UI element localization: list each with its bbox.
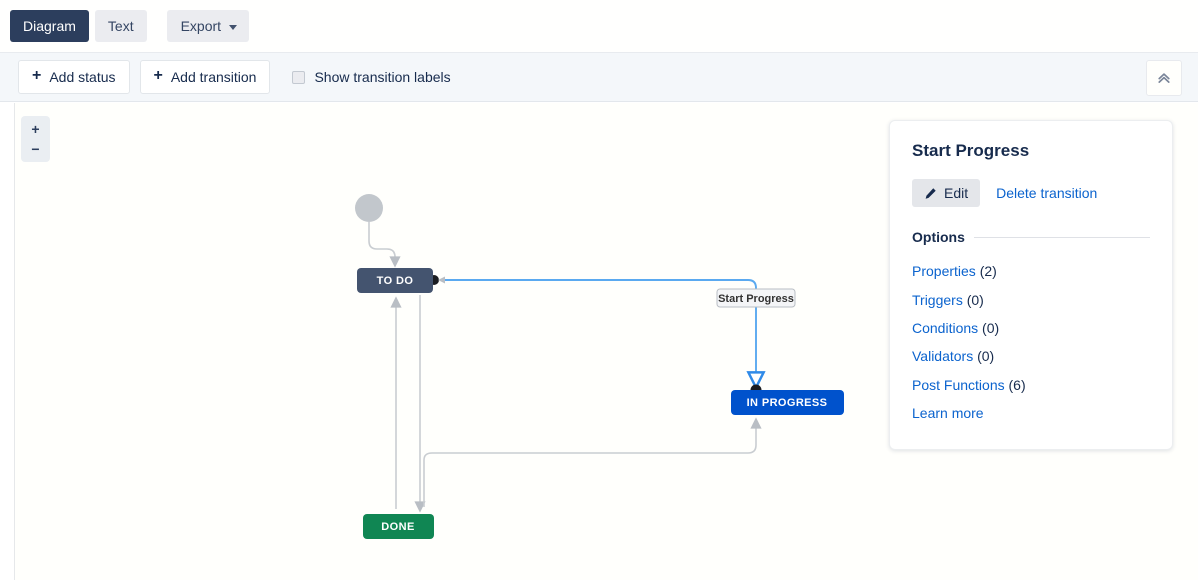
chevron-down-icon (229, 24, 238, 30)
plus-icon: + (32, 67, 42, 84)
option-properties-link[interactable]: Properties (912, 263, 976, 279)
list-item: Conditions (0) (912, 314, 1150, 342)
option-post-functions-count: (6) (1008, 376, 1026, 393)
add-transition-button[interactable]: + Add transition (139, 60, 271, 94)
options-heading-text: Options (912, 229, 965, 246)
add-status-button[interactable]: + Add status (18, 60, 130, 94)
option-triggers-link[interactable]: Triggers (912, 292, 963, 308)
options-list: Properties (2) Triggers (0) Conditions (… (912, 257, 1150, 427)
option-conditions-count: (0) (982, 319, 1000, 336)
edge-label-start-progress[interactable]: Start Progress (716, 288, 796, 308)
option-triggers-count: (0) (966, 291, 984, 308)
option-conditions-link[interactable]: Conditions (912, 320, 978, 336)
option-validators-count: (0) (977, 348, 995, 365)
list-item: Validators (0) (912, 342, 1150, 370)
edit-label: Edit (944, 185, 969, 202)
chevrons-up-icon (1158, 73, 1170, 83)
node-todo-label: TO DO (377, 275, 414, 287)
node-start[interactable] (355, 194, 383, 222)
export-button[interactable]: Export (166, 10, 250, 42)
show-transition-labels-label: Show transition labels (314, 69, 451, 85)
checkbox-icon[interactable] (292, 70, 306, 84)
option-learn-more-link[interactable]: Learn more (912, 405, 984, 421)
plus-icon: + (153, 67, 163, 84)
options-divider (973, 236, 1150, 238)
add-status-label: Add status (49, 69, 116, 85)
option-properties-count: (2) (979, 263, 997, 280)
tab-text[interactable]: Text (94, 10, 147, 42)
node-done[interactable]: DONE (363, 514, 434, 539)
node-todo[interactable]: TO DO (357, 268, 433, 293)
option-post-functions-link[interactable]: Post Functions (912, 377, 1005, 393)
edge-done-to-inprogress[interactable] (423, 417, 762, 507)
diagram-toolbar: + Add status + Add transition Show trans… (0, 52, 1198, 102)
view-tabbar: Diagram Text Export (0, 0, 1198, 52)
edge-label-text: Start Progress (718, 293, 794, 305)
edge-arrow-head (438, 276, 445, 284)
node-inprogress[interactable]: IN PROGRESS (731, 390, 844, 415)
edit-button[interactable]: Edit (912, 179, 981, 208)
delete-transition-link[interactable]: Delete transition (996, 185, 1097, 201)
add-transition-label: Add transition (170, 69, 257, 85)
collapse-toolbar-button[interactable] (1146, 60, 1182, 96)
show-transition-labels-toggle[interactable]: Show transition labels (292, 69, 451, 85)
option-validators-link[interactable]: Validators (912, 348, 973, 364)
edge-start-progress[interactable] (429, 275, 766, 396)
tab-diagram[interactable]: Diagram (10, 10, 89, 42)
panel-title: Start Progress (912, 141, 1030, 160)
edge-create[interactable] (368, 222, 401, 268)
options-heading: Options (912, 229, 1150, 245)
node-inprogress-label: IN PROGRESS (747, 397, 828, 409)
list-item: Learn more (912, 399, 1150, 427)
panel-actions: Edit Delete transition (912, 179, 1150, 208)
workflow-canvas[interactable]: + − Start Progress TO DO IN PROGRESS DON… (14, 103, 1198, 580)
pencil-icon (925, 188, 936, 199)
list-item: Properties (2) (912, 257, 1150, 285)
export-label: Export (180, 18, 222, 34)
node-done-label: DONE (381, 521, 414, 533)
list-item: Post Functions (6) (912, 371, 1150, 399)
transition-details-panel: Start Progress Edit Delete transition Op… (889, 120, 1173, 451)
list-item: Triggers (0) (912, 286, 1150, 314)
